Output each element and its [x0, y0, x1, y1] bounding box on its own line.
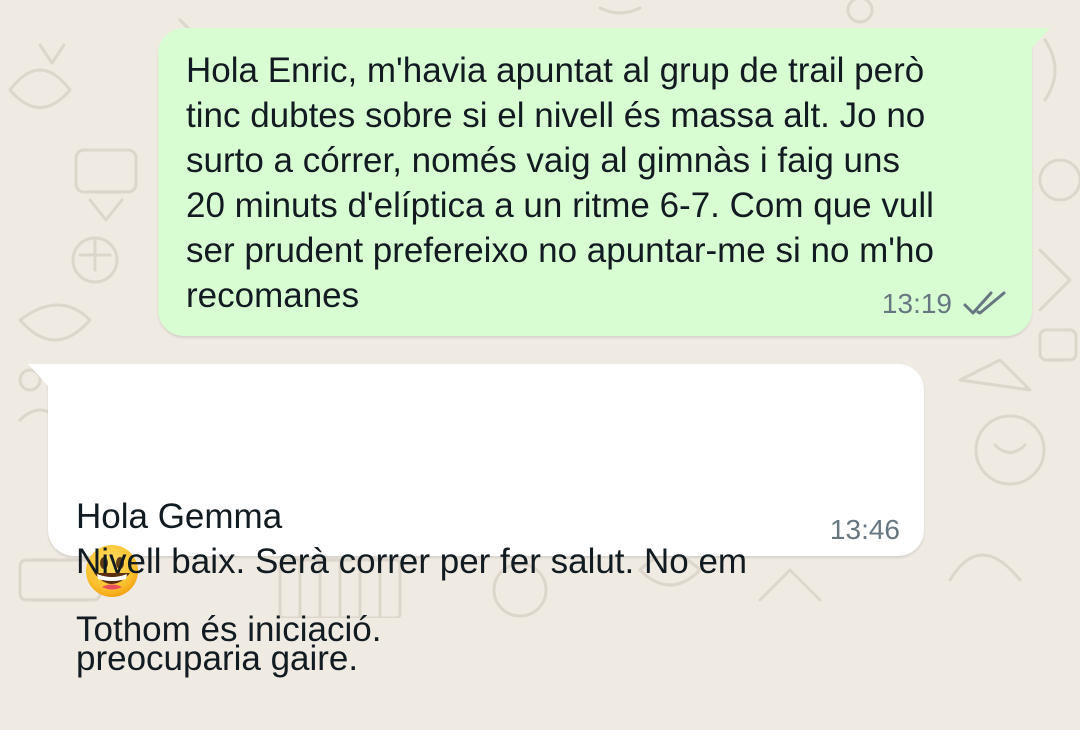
- message-line-2: Nivell baix. Serà correr per fer salut. …: [76, 542, 748, 581]
- message-line-3: preocuparia gaire.: [76, 639, 359, 678]
- bubble-tail: [1030, 28, 1050, 50]
- outgoing-message-bubble[interactable]: Hola Enric, m'havia apuntat al grup de t…: [158, 28, 1050, 336]
- message-text: Hola Enric, m'havia apuntat al grup de t…: [186, 51, 934, 315]
- message-meta: 13:19: [882, 288, 1008, 320]
- message-time: 13:46: [829, 514, 900, 545]
- message-line-1: Hola Gemma Tothom és iniciació.: [76, 439, 896, 649]
- greeting-text: Hola Gemma: [76, 497, 283, 536]
- message-meta: 13:46: [830, 514, 900, 546]
- incoming-message-bubble[interactable]: Hola Gemma Tothom és iniciació. Nivell b…: [28, 364, 924, 678]
- double-check-icon: [963, 291, 1006, 315]
- message-time: 13:19: [881, 288, 952, 319]
- bubble-tail: [28, 364, 50, 388]
- message-text: Hola Gemma Tothom és iniciació. Nivell b…: [76, 394, 896, 730]
